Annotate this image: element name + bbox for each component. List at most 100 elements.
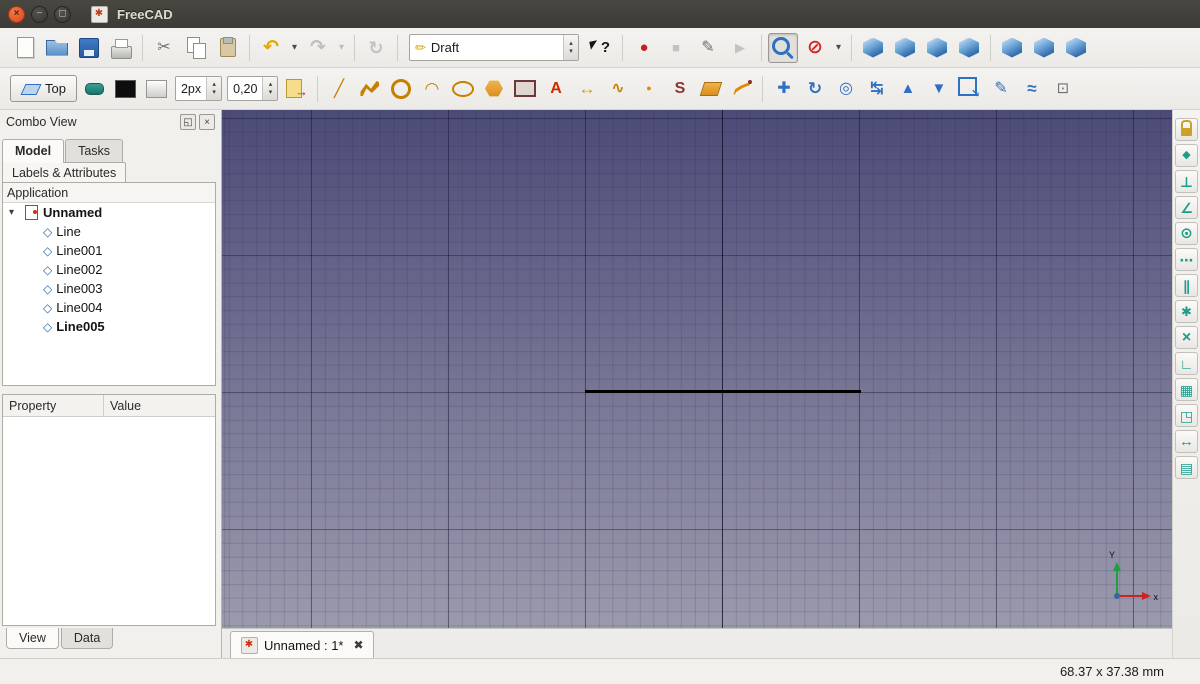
view-top-button[interactable] <box>922 33 952 63</box>
snap-center-button[interactable]: ⊙ <box>1175 222 1198 245</box>
draft-edit-button[interactable]: ✎ <box>986 74 1015 103</box>
view-isometric-button[interactable] <box>858 33 888 63</box>
view-front-button[interactable] <box>890 33 920 63</box>
draft-move-button[interactable]: ✚ <box>769 74 798 103</box>
draft-text-button[interactable]: A <box>541 74 570 103</box>
draft-point-button[interactable]: ● <box>634 74 663 103</box>
draft-offset-button[interactable]: ◎ <box>831 74 860 103</box>
draft-shapestring-button[interactable]: S <box>665 74 694 103</box>
construction-mode-button[interactable] <box>80 74 109 103</box>
window-close-button[interactable]: × <box>8 5 25 23</box>
cut-button[interactable]: ✂ <box>149 33 179 63</box>
draw-style-dropdown-button[interactable]: ▾ <box>832 33 845 63</box>
snap-working-plane-button[interactable]: ◳ <box>1175 404 1198 427</box>
document-tab[interactable]: Unnamed : 1* ✖ <box>230 631 374 658</box>
snap-parallel-button[interactable]: ∥ <box>1175 274 1198 297</box>
zoom-fit-all-button[interactable] <box>768 32 798 63</box>
snap-grid-button[interactable]: ▦ <box>1175 378 1198 401</box>
undo-dropdown-button[interactable]: ▾ <box>288 33 301 63</box>
draft-circle-button[interactable] <box>386 74 415 103</box>
draft-rotate-button[interactable]: ↻ <box>800 74 829 103</box>
macro-record-button[interactable]: ● <box>629 33 659 63</box>
tab-data[interactable]: Data <box>60 628 114 649</box>
draft-scale-button[interactable] <box>955 74 984 103</box>
redo-button[interactable]: ↷ <box>303 33 333 63</box>
tab-tasks[interactable]: Tasks <box>65 139 124 162</box>
draft-rectangle-button[interactable] <box>510 74 539 103</box>
new-document-button[interactable] <box>10 33 40 63</box>
tree-item-line[interactable]: ◇ Line <box>3 222 215 241</box>
snap-near-button[interactable]: × <box>1175 326 1198 349</box>
drawn-line[interactable] <box>585 390 861 393</box>
apply-current-style-button[interactable] <box>282 74 311 103</box>
close-panel-button[interactable]: × <box>199 114 215 130</box>
snap-endpoint-button[interactable]: ◆ <box>1175 144 1198 167</box>
view-left-button[interactable] <box>1061 33 1091 63</box>
property-column-header[interactable]: Property <box>3 395 104 416</box>
snap-angle-button[interactable]: ∠ <box>1175 196 1198 219</box>
panel-splitter[interactable] <box>0 386 221 394</box>
tree-item-line003[interactable]: ◇ Line003 <box>3 279 215 298</box>
tree-item-line004[interactable]: ◇ Line004 <box>3 298 215 317</box>
float-panel-button[interactable]: ◱ <box>180 114 196 130</box>
tab-model[interactable]: Model <box>2 139 65 163</box>
draft-bspline-button[interactable]: ∿ <box>603 74 632 103</box>
draft-line-button[interactable]: ╱ <box>324 74 353 103</box>
window-minimize-button[interactable]: − <box>31 5 48 23</box>
line-color-button[interactable] <box>111 74 140 103</box>
text-scale-spin-arrows-icon[interactable]: ▴ ▾ <box>262 77 278 100</box>
view-right-button[interactable] <box>954 33 984 63</box>
save-document-button[interactable] <box>74 33 104 63</box>
tree-item-line001[interactable]: ◇ Line001 <box>3 241 215 260</box>
snap-lock-button[interactable] <box>1175 118 1198 141</box>
draft-wire-to-bspline-button[interactable]: ≈ <box>1017 74 1046 103</box>
print-button[interactable] <box>106 33 136 63</box>
draw-style-button[interactable]: ⊘ <box>800 33 830 63</box>
draft-facebinder-button[interactable] <box>696 74 725 103</box>
view-bottom-button[interactable] <box>1029 33 1059 63</box>
undo-button[interactable]: ↶ <box>256 33 286 63</box>
copy-button[interactable] <box>181 33 211 63</box>
open-document-button[interactable] <box>42 33 72 63</box>
tab-view[interactable]: View <box>6 628 59 649</box>
macro-play-button[interactable]: ▶ <box>725 33 755 63</box>
3d-viewport[interactable]: Y x <box>222 110 1172 628</box>
macro-stop-button[interactable]: ■ <box>661 33 691 63</box>
tree-item-line005[interactable]: ◇ Line005 <box>3 317 215 336</box>
face-color-button[interactable] <box>142 74 171 103</box>
draft-arc-button[interactable]: ◠ <box>417 74 446 103</box>
workbench-selector[interactable]: ✏ Draft ▴ ▾ <box>409 34 579 61</box>
toggle-grid-button[interactable]: ▤ <box>1175 456 1198 479</box>
snap-midpoint-button[interactable]: ⊥ <box>1175 170 1198 193</box>
tree-item-unnamed[interactable]: ▾ Unnamed <box>3 203 215 222</box>
expand-arrow-icon[interactable]: ▾ <box>9 207 19 218</box>
draft-wire-button[interactable] <box>355 74 384 103</box>
draft-shape-2d-view-button[interactable]: ⊡ <box>1048 74 1077 103</box>
redo-dropdown-button[interactable]: ▾ <box>335 33 348 63</box>
tree-item-line002[interactable]: ◇ Line002 <box>3 260 215 279</box>
text-scale-spinbox[interactable]: 0,20 ▴ ▾ <box>227 76 279 101</box>
macro-edit-button[interactable]: ✎ <box>693 33 723 63</box>
refresh-button[interactable]: ↻ <box>361 33 391 63</box>
snap-ortho-button[interactable]: ∟ <box>1175 352 1198 375</box>
draft-label-button[interactable] <box>727 74 756 103</box>
line-width-spinbox[interactable]: 2px ▴ ▾ <box>174 76 223 101</box>
snap-special-button[interactable]: ✱ <box>1175 300 1198 323</box>
draft-ellipse-button[interactable] <box>448 74 477 103</box>
draft-downgrade-button[interactable]: ▼ <box>924 74 953 103</box>
document-tab-close-icon[interactable]: ✖ <box>354 638 364 652</box>
workbench-selector-arrows-icon[interactable]: ▴ ▾ <box>563 35 578 60</box>
snap-dimensions-button[interactable]: ↔ <box>1175 430 1198 453</box>
draft-upgrade-button[interactable]: ▲ <box>893 74 922 103</box>
window-maximize-button[interactable]: ◻ <box>54 5 71 23</box>
whats-this-button[interactable]: ? <box>586 33 616 63</box>
draft-trimex-button[interactable]: ↹ <box>862 74 891 103</box>
view-rear-button[interactable] <box>997 33 1027 63</box>
snap-extension-button[interactable]: ⋯ <box>1175 248 1198 271</box>
draft-polygon-button[interactable] <box>479 74 508 103</box>
line-width-spin-arrows-icon[interactable]: ▴ ▾ <box>206 77 222 100</box>
value-column-header[interactable]: Value <box>104 395 215 416</box>
paste-button[interactable] <box>213 33 243 63</box>
working-plane-button[interactable]: Top <box>10 75 77 102</box>
draft-dimension-button[interactable]: ↔ <box>572 74 601 103</box>
